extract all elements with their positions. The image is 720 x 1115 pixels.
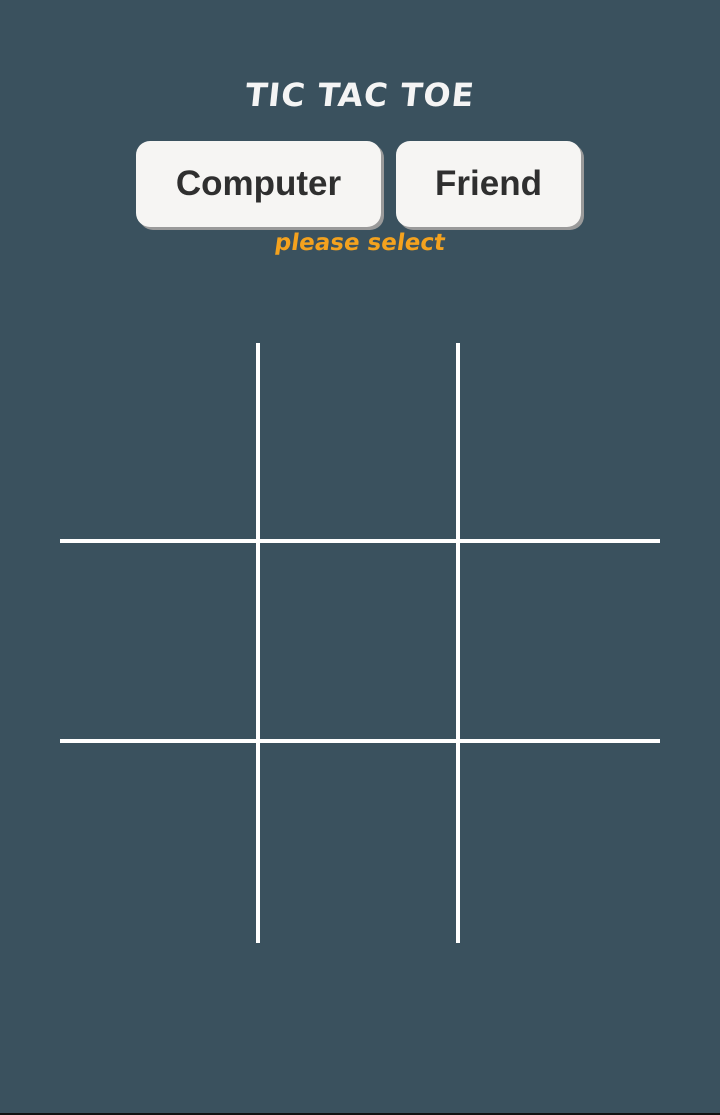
board-cell-9[interactable] <box>460 743 656 939</box>
board-cell-3[interactable] <box>460 343 656 539</box>
game-board <box>60 343 660 943</box>
board-cell-4[interactable] <box>60 543 256 739</box>
game-title: TIC TAC TOE <box>243 76 477 114</box>
board-cell-6[interactable] <box>460 543 656 739</box>
board-cell-7[interactable] <box>60 743 256 939</box>
board-cell-5[interactable] <box>260 543 456 739</box>
selection-hint: please select <box>273 230 447 256</box>
board-cell-1[interactable] <box>60 343 256 539</box>
computer-mode-button[interactable]: Computer <box>136 141 381 227</box>
board-cell-8[interactable] <box>260 743 456 939</box>
board-cell-2[interactable] <box>260 343 456 539</box>
friend-mode-button[interactable]: Friend <box>396 141 581 227</box>
